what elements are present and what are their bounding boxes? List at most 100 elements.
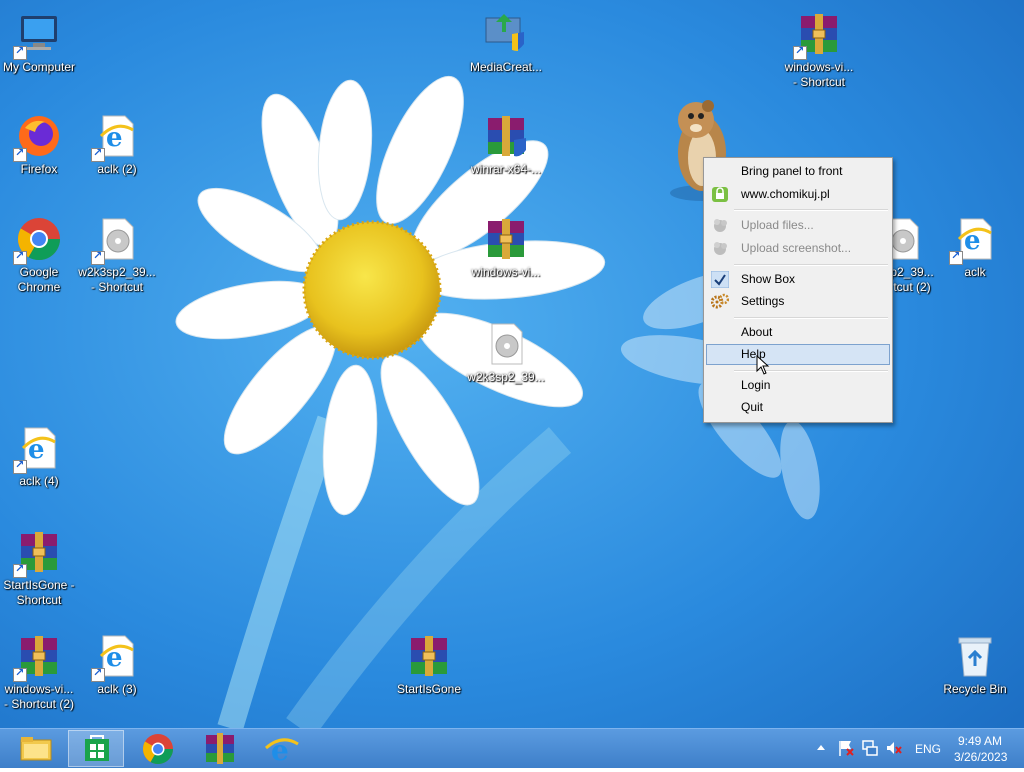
taskbar-file-explorer[interactable] bbox=[8, 730, 64, 767]
icon-label: My Computer bbox=[2, 60, 76, 74]
menu-item-quit[interactable]: Quit bbox=[706, 397, 890, 418]
menu-item-upload-screenshot[interactable]: Upload screenshot... bbox=[706, 238, 890, 259]
menu-item-label: About bbox=[741, 325, 773, 339]
winrar-archive-icon bbox=[405, 632, 453, 680]
desktop-icon-windows-vi-shortcut[interactable]: windows-vi... - Shortcut bbox=[777, 10, 861, 90]
desktop-icon-mediacreation[interactable]: MediaCreat... bbox=[464, 10, 548, 75]
menu-item-website[interactable]: www.chomikuj.pl bbox=[706, 184, 890, 205]
home-lock-icon bbox=[711, 186, 729, 203]
input-language[interactable]: ENG bbox=[915, 742, 941, 756]
taskbar-internet-explorer[interactable]: e bbox=[254, 730, 310, 767]
taskbar-store[interactable] bbox=[68, 730, 124, 767]
upload-screenshot-icon bbox=[711, 240, 729, 257]
menu-item-label: www.chomikuj.pl bbox=[741, 187, 830, 201]
menu-item-label: Quit bbox=[741, 400, 764, 414]
icon-label: aclk (2) bbox=[97, 162, 137, 176]
clock-time[interactable]: 9:49 AM bbox=[958, 734, 1002, 748]
icon-label: aclk (4) bbox=[19, 474, 59, 488]
menu-item-label: Upload screenshot... bbox=[741, 241, 852, 255]
internet-explorer-icon: e bbox=[13, 424, 63, 474]
menu-separator bbox=[734, 317, 888, 319]
menu-item-bring-panel-to-front[interactable]: Bring panel to front bbox=[706, 161, 890, 182]
desktop-icon-aclk-3[interactable]: e aclk (3) bbox=[75, 632, 159, 697]
icon-label-line2: - Shortcut bbox=[90, 280, 144, 294]
icon-label: StartIsGone bbox=[396, 682, 462, 696]
menu-item-show-box[interactable]: Show Box bbox=[706, 269, 890, 290]
upload-files-icon bbox=[711, 217, 729, 234]
icon-label-line2: Shortcut bbox=[16, 593, 62, 607]
icon-label: aclk (3) bbox=[97, 682, 137, 696]
menu-item-label: Show Box bbox=[741, 272, 796, 286]
winrar-icon bbox=[206, 733, 234, 764]
internet-explorer-icon: e bbox=[265, 734, 299, 767]
disc-image-file-icon bbox=[91, 215, 141, 265]
desktop-icon-w2k3sp2-shortcut[interactable]: w2k3sp2_39... - Shortcut bbox=[75, 215, 159, 295]
desktop-icon-startisgone-shortcut[interactable]: StartIsGone - Shortcut bbox=[0, 528, 81, 608]
menu-item-about[interactable]: About bbox=[706, 322, 890, 343]
desktop-icon-windows-vi[interactable]: windows-vi... bbox=[464, 215, 548, 280]
menu-item-upload-files[interactable]: Upload files... bbox=[706, 215, 890, 236]
firefox-icon bbox=[13, 112, 63, 162]
store-icon bbox=[85, 735, 109, 761]
desktop-icon-startisgone[interactable]: StartIsGone bbox=[387, 632, 471, 697]
winrar-archive-icon bbox=[793, 10, 843, 60]
checkmark-icon bbox=[710, 270, 730, 289]
mouse-cursor-icon bbox=[756, 355, 770, 375]
icon-label: StartIsGone - bbox=[3, 578, 75, 592]
desktop-icon-aclk-2[interactable]: e aclk (2) bbox=[75, 112, 159, 177]
show-hidden-icons-chevron-icon[interactable] bbox=[816, 743, 826, 751]
internet-explorer-icon: e bbox=[91, 632, 141, 682]
desktop-icon-w2k3sp2[interactable]: w2k3sp2_39... bbox=[464, 320, 548, 385]
menu-separator bbox=[734, 209, 888, 211]
desktop-icon-windows-vi-shortcut-2[interactable]: windows-vi... - Shortcut (2) bbox=[0, 632, 81, 712]
icon-label: windows-vi... bbox=[471, 265, 541, 279]
desktop-icon-my-computer[interactable]: My Computer bbox=[0, 10, 81, 75]
network-icon[interactable] bbox=[861, 739, 879, 757]
media-creation-tool-icon bbox=[482, 10, 530, 58]
disc-image-file-icon bbox=[482, 320, 530, 368]
icon-label: w2k3sp2_39... bbox=[78, 265, 156, 279]
menu-item-help[interactable]: Help bbox=[706, 344, 890, 365]
internet-explorer-icon: e bbox=[949, 215, 999, 265]
winrar-archive-icon bbox=[13, 528, 63, 578]
desktop-icon-aclk-4[interactable]: e aclk (4) bbox=[0, 424, 81, 489]
menu-item-label: Bring panel to front bbox=[741, 164, 843, 178]
icon-label: w2k3sp2_39... bbox=[467, 370, 545, 384]
recycle-bin-icon bbox=[951, 632, 999, 680]
icon-label: MediaCreat... bbox=[469, 60, 543, 74]
chrome-icon bbox=[142, 734, 173, 765]
volume-muted-icon[interactable] bbox=[885, 739, 903, 757]
taskbar-chrome[interactable] bbox=[130, 730, 186, 767]
chrome-icon bbox=[13, 215, 63, 265]
desktop-icon-winrar-x64[interactable]: winrar-x64-... bbox=[464, 112, 548, 177]
winrar-archive-icon bbox=[482, 112, 530, 160]
clock-date[interactable]: 3/26/2023 bbox=[954, 750, 1007, 764]
action-center-flag-icon[interactable] bbox=[837, 739, 855, 757]
desktop-icon-firefox[interactable]: Firefox bbox=[0, 112, 81, 177]
desktop-icon-google-chrome[interactable]: Google Chrome bbox=[0, 215, 81, 295]
taskbar: e ENG 9:49 AM 3/26/2023 bbox=[0, 728, 1024, 768]
file-explorer-icon bbox=[20, 737, 52, 761]
icon-label: aclk bbox=[964, 265, 986, 279]
taskbar-winrar[interactable] bbox=[192, 730, 248, 767]
winrar-archive-icon bbox=[13, 632, 63, 682]
icon-label: Firefox bbox=[20, 162, 58, 176]
icon-label: Recycle Bin bbox=[943, 682, 1007, 696]
icon-label-line2: - Shortcut (2) bbox=[3, 697, 75, 711]
tray-context-menu: Bring panel to front www.chomikuj.pl Upl… bbox=[703, 157, 893, 423]
icon-label: Google bbox=[19, 265, 59, 279]
menu-item-label: Settings bbox=[741, 294, 785, 308]
icon-label: winrar-x64-... bbox=[470, 162, 541, 176]
icon-label-line2: Chrome bbox=[17, 280, 61, 294]
internet-explorer-icon: e bbox=[91, 112, 141, 162]
computer-icon bbox=[13, 10, 63, 60]
desktop: My Computer Firefox e aclk (2) Google Ch… bbox=[0, 0, 1024, 728]
menu-separator bbox=[734, 264, 888, 266]
desktop-icon-recycle-bin[interactable]: Recycle Bin bbox=[933, 632, 1017, 697]
desktop-icon-aclk[interactable]: e aclk bbox=[933, 215, 1017, 280]
settings-gears-icon bbox=[710, 293, 730, 310]
menu-item-login[interactable]: Login bbox=[706, 375, 890, 396]
menu-item-label: Upload files... bbox=[741, 218, 814, 232]
menu-item-label: Login bbox=[741, 378, 771, 392]
menu-item-settings[interactable]: Settings bbox=[706, 291, 890, 312]
